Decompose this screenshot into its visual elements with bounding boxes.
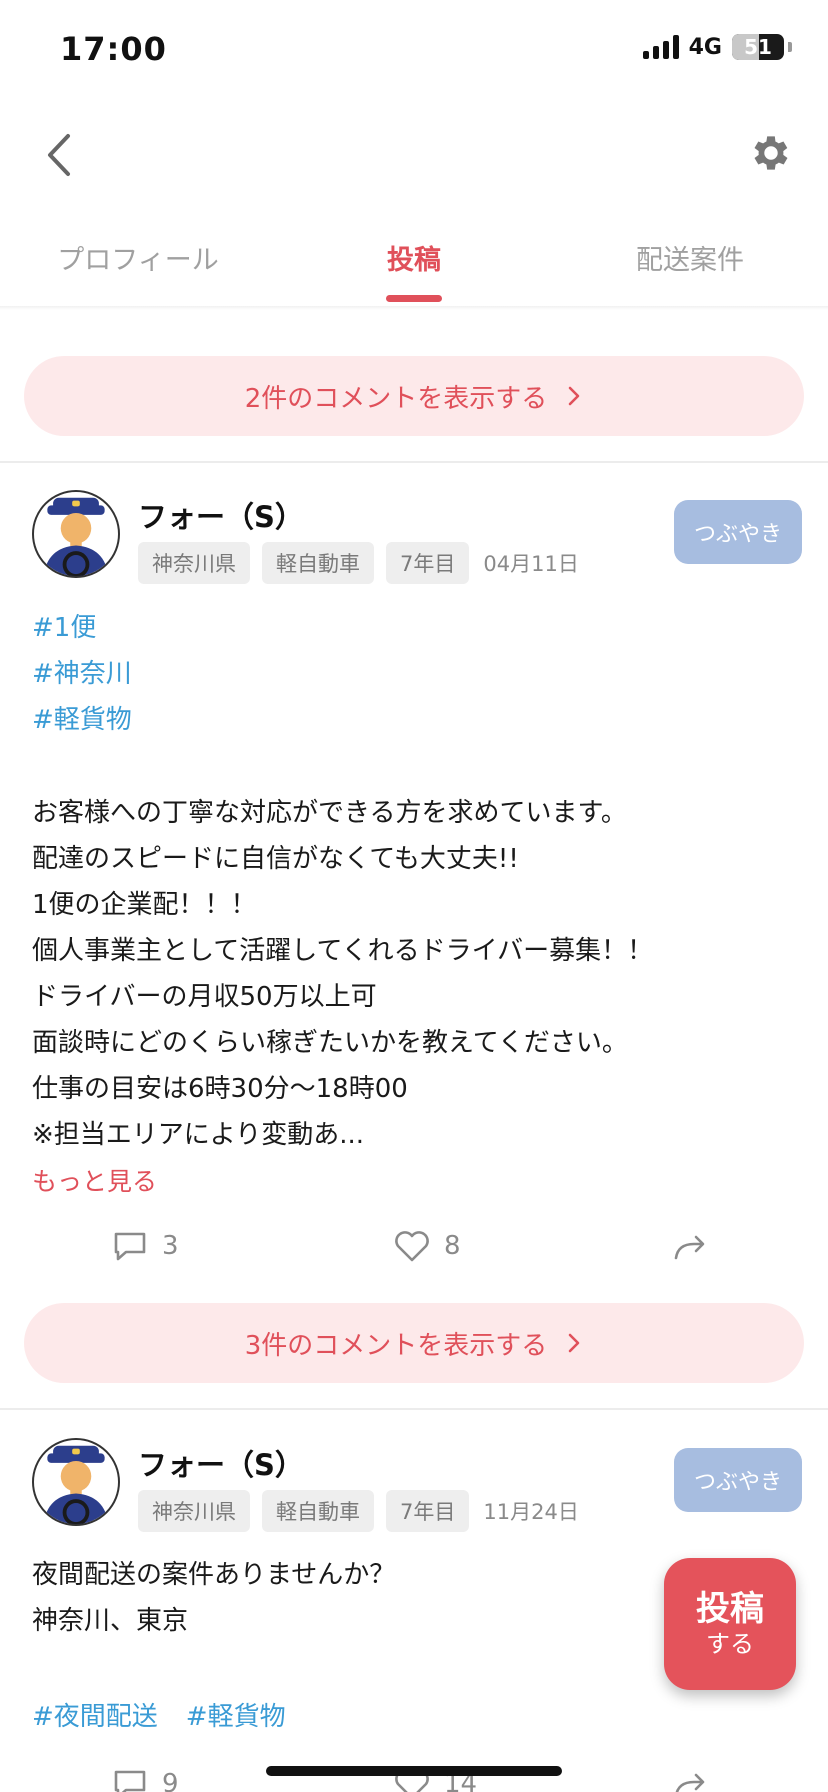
author-name[interactable]: フォー（S）	[138, 494, 304, 536]
hashtag-link[interactable]: #1便	[32, 605, 132, 651]
tag-chip: 神奈川県	[138, 1490, 250, 1532]
chevron-right-icon	[568, 1333, 580, 1353]
network-type: 4G	[688, 34, 722, 60]
like-count: 8	[444, 1231, 461, 1261]
hashtag-list: #1便 #神奈川 #軽貨物	[32, 605, 132, 743]
share-icon	[675, 1773, 705, 1792]
author-name[interactable]: フォー（S）	[138, 1442, 304, 1484]
comment-count: 3	[162, 1231, 179, 1261]
battery-icon: 51	[732, 34, 784, 60]
body-line: お客様への丁寧な対応ができる方を求めています。	[32, 798, 627, 828]
comment-button[interactable]: 3	[110, 1226, 179, 1266]
body-line: 個人事業主として活躍してくれるドライバー募集！！	[32, 936, 654, 966]
share-button[interactable]	[670, 1226, 710, 1266]
comment-button[interactable]: 9	[110, 1764, 179, 1792]
tag-chip: 7年目	[386, 1490, 470, 1532]
battery-percent: 51	[744, 35, 772, 59]
driver-avatar-icon	[43, 1445, 109, 1524]
tag-chip: 軽自動車	[262, 542, 374, 584]
tag-chip: 軽自動車	[262, 1490, 374, 1532]
battery-tip	[788, 42, 792, 52]
share-icon	[674, 1235, 705, 1260]
comment-icon	[114, 1232, 146, 1261]
hashtag-list: #夜間配送 #軽貨物	[32, 1696, 286, 1733]
comment-icon	[114, 1770, 146, 1792]
new-post-label-line2: する	[706, 1630, 754, 1658]
read-more-link[interactable]: もっと見る	[32, 1162, 157, 1198]
body-line: ※担当エリアにより変動あ...	[32, 1120, 365, 1150]
post-header: フォー（S） 神奈川県 軽自動車 7年目 11月24日 つぶやき	[32, 1438, 802, 1538]
show-comments-label: 3件のコメントを表示する	[244, 1330, 548, 1361]
post-header: フォー（S） 神奈川県 軽自動車 7年目 04月11日 つぶやき	[32, 490, 802, 590]
tab-divider	[0, 306, 828, 310]
avatar[interactable]	[32, 1438, 120, 1526]
author-tags: 神奈川県 軽自動車 7年目 11月24日	[138, 1490, 579, 1532]
gear-icon[interactable]	[748, 130, 794, 176]
tag-chip: 7年目	[386, 542, 470, 584]
body-line: 1便の企業配！！！	[32, 890, 257, 920]
new-post-label-line1: 投稿	[696, 1589, 764, 1629]
hashtag-link[interactable]: #軽貨物	[32, 697, 132, 743]
nav-bar	[0, 110, 828, 200]
chevron-right-icon	[568, 386, 580, 406]
back-chevron-icon[interactable]	[40, 130, 80, 180]
share-button[interactable]	[670, 1764, 710, 1792]
driver-avatar-icon	[43, 497, 109, 576]
tab-profile[interactable]: プロフィール	[0, 220, 276, 310]
like-button[interactable]: 8	[392, 1226, 461, 1266]
hashtag-link[interactable]: #軽貨物	[186, 1696, 286, 1733]
author-tags: 神奈川県 軽自動車 7年目 04月11日	[138, 542, 579, 584]
post-type-badge[interactable]: つぶやき	[674, 1448, 802, 1512]
status-time: 17:00	[60, 30, 167, 68]
hashtag-link[interactable]: #夜間配送	[32, 1696, 158, 1733]
show-comments-label: 2件のコメントを表示する	[244, 383, 548, 414]
show-comments-button[interactable]: 3件のコメントを表示する	[24, 1303, 804, 1383]
show-comments-button[interactable]: 2件のコメントを表示する	[24, 356, 804, 436]
comment-count: 9	[162, 1769, 179, 1792]
hashtag-link[interactable]: #神奈川	[32, 651, 132, 697]
post-body: お客様への丁寧な対応ができる方を求めています。 配達のスピードに自信がなくても大…	[32, 790, 802, 1158]
post-date: 11月24日	[483, 1500, 579, 1524]
tab-bar: プロフィール 投稿 配送案件	[0, 220, 828, 310]
post-date: 04月11日	[483, 552, 579, 576]
post-type-badge[interactable]: つぶやき	[674, 500, 802, 564]
tag-chip: 神奈川県	[138, 542, 250, 584]
status-bar: 17:00 4G 51	[0, 0, 828, 100]
body-line: ドライバーの月収50万以上可	[32, 982, 377, 1012]
tab-delivery-jobs[interactable]: 配送案件	[552, 220, 828, 310]
post-divider	[0, 461, 828, 463]
body-line: 仕事の目安は6時30分～18時00	[32, 1074, 408, 1104]
post-divider	[0, 1408, 828, 1410]
body-line: 面談時にどのくらい稼ぎたいかを教えてください。	[32, 1028, 628, 1058]
status-indicators: 4G 51	[642, 34, 792, 60]
heart-icon	[395, 1231, 429, 1262]
new-post-button[interactable]: 投稿 する	[664, 1558, 796, 1690]
tab-posts[interactable]: 投稿	[276, 220, 552, 310]
home-indicator[interactable]	[266, 1766, 562, 1776]
avatar[interactable]	[32, 490, 120, 578]
body-line: 配達のスピードに自信がなくても大丈夫!!	[32, 844, 519, 874]
cellular-signal-icon	[642, 35, 679, 59]
post-actions: 3 8	[0, 1226, 828, 1286]
